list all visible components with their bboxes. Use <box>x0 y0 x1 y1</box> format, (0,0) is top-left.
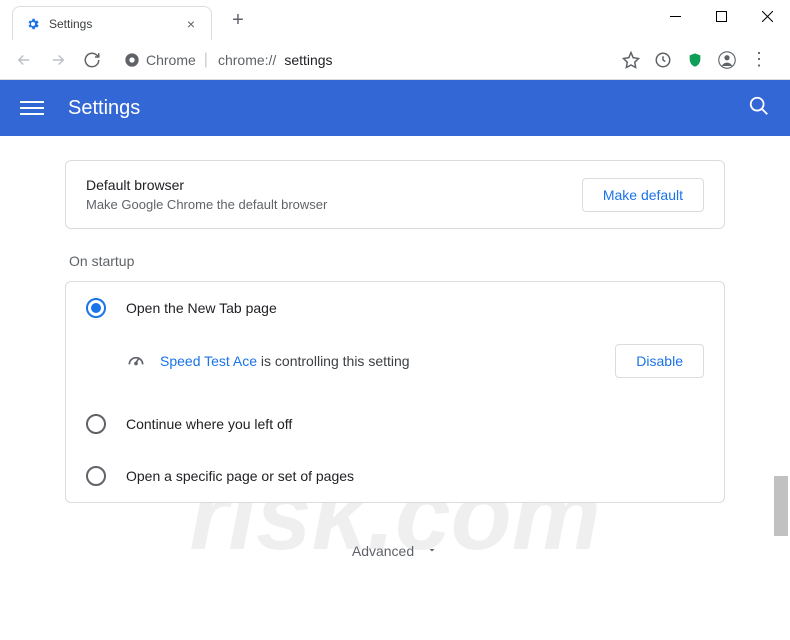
url-path: settings <box>284 52 332 68</box>
default-browser-title: Default browser <box>86 177 582 193</box>
advanced-toggle[interactable]: Advanced <box>65 543 725 559</box>
chevron-down-icon <box>426 543 438 559</box>
close-icon[interactable]: × <box>183 16 199 32</box>
reload-button[interactable] <box>78 46 106 74</box>
forward-button[interactable] <box>44 46 72 74</box>
startup-option-label: Open a specific page or set of pages <box>126 468 354 484</box>
startup-option-continue[interactable]: Continue where you left off <box>66 398 724 450</box>
disable-button[interactable]: Disable <box>615 344 704 378</box>
settings-content: Default browser Make Google Chrome the d… <box>65 136 725 599</box>
advanced-label: Advanced <box>352 543 414 559</box>
content-scroll[interactable]: PC risk.com Default browser Make Google … <box>0 136 790 640</box>
settings-header: Settings <box>0 80 790 136</box>
startup-option-newtab[interactable]: Open the New Tab page <box>66 282 724 334</box>
extension-link[interactable]: Speed Test Ace <box>160 353 257 369</box>
make-default-button[interactable]: Make default <box>582 178 704 212</box>
gauge-icon <box>126 351 146 371</box>
chrome-icon <box>124 52 140 68</box>
back-button[interactable] <box>10 46 38 74</box>
radio-unchecked-icon[interactable] <box>86 414 106 434</box>
site-chip-label: Chrome <box>146 52 196 68</box>
maximize-button[interactable] <box>698 0 744 32</box>
startup-option-specific[interactable]: Open a specific page or set of pages <box>66 450 724 502</box>
radio-unchecked-icon[interactable] <box>86 466 106 486</box>
startup-option-label: Continue where you left off <box>126 416 292 432</box>
default-browser-card: Default browser Make Google Chrome the d… <box>65 160 725 229</box>
star-icon[interactable] <box>622 51 640 69</box>
gear-icon <box>25 16 41 32</box>
scrollbar[interactable] <box>774 136 788 640</box>
chip-separator: | <box>204 51 208 69</box>
startup-options-card: Open the New Tab page Speed Test Ace is … <box>65 281 725 503</box>
default-browser-subtitle: Make Google Chrome the default browser <box>86 197 582 212</box>
tab-title: Settings <box>49 17 183 31</box>
browser-toolbar: Chrome | chrome:// settings ⋮ <box>0 40 790 80</box>
scrollbar-thumb[interactable] <box>774 476 788 536</box>
window-controls <box>652 0 790 32</box>
page-title: Settings <box>68 97 140 120</box>
new-tab-button[interactable]: + <box>224 6 252 34</box>
kebab-menu-icon[interactable]: ⋮ <box>750 49 768 70</box>
radio-checked-icon[interactable] <box>86 298 106 318</box>
startup-section-label: On startup <box>69 253 725 269</box>
hamburger-icon[interactable] <box>20 96 44 120</box>
minimize-button[interactable] <box>652 0 698 32</box>
avatar-icon[interactable] <box>718 51 736 69</box>
startup-option-label: Open the New Tab page <box>126 300 277 316</box>
address-bar[interactable]: Chrome | chrome:// settings ⋮ <box>112 45 780 75</box>
extension-controlled-row: Speed Test Ace is controlling this setti… <box>66 334 724 398</box>
shield-icon[interactable] <box>686 51 704 69</box>
extension-icon[interactable] <box>654 51 672 69</box>
browser-tab-settings[interactable]: Settings × <box>12 6 212 40</box>
search-icon[interactable] <box>748 95 770 122</box>
close-window-button[interactable] <box>744 0 790 32</box>
url-scheme: chrome:// <box>218 52 276 68</box>
controlled-suffix: is controlling this setting <box>257 353 410 369</box>
window-titlebar: Settings × + <box>0 0 790 40</box>
site-chip: Chrome | <box>124 51 210 69</box>
controlled-text: Speed Test Ace is controlling this setti… <box>160 353 601 369</box>
